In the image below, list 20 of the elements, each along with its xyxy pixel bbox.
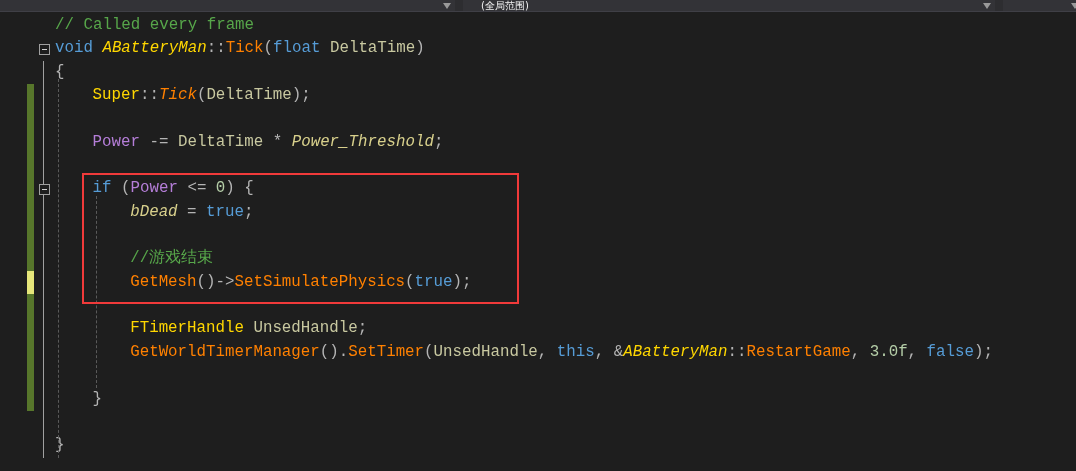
collapse-icon[interactable] (38, 183, 50, 195)
code-line: Super::Tick(DeltaTime); (92, 85, 311, 107)
code-line: } (92, 388, 103, 410)
code-line: GetMesh()->SetSimulatePhysics(true); (130, 271, 472, 293)
scope-dropdown[interactable]: (全局范围) (463, 0, 995, 11)
code-line: Power -= DeltaTime * Power_Threshold; (92, 131, 444, 153)
collapse-icon[interactable] (38, 43, 50, 55)
code-line: { (55, 61, 65, 83)
caret-icon (1071, 2, 1076, 9)
code-line: FTimerHandle UnsedHandle; (130, 318, 368, 340)
caret-icon (443, 2, 451, 9)
scope-dropdown[interactable] (1003, 0, 1076, 11)
code-comment: //游戏结束 (130, 248, 214, 270)
code-line: if (Power <= 0) { (92, 178, 254, 200)
code-line: } (55, 435, 65, 457)
caret-icon (983, 2, 991, 9)
code-line: void ABatteryMan::Tick(float DeltaTime) (55, 38, 425, 60)
code-line: GetWorldTimerManager().SetTimer(UnsedHandle, this, &ABatteryMan::RestartGame, 3.0f, false); (130, 341, 993, 363)
code-comment: // Called every frame (55, 15, 255, 36)
code-line: bDead = true; (130, 201, 254, 223)
